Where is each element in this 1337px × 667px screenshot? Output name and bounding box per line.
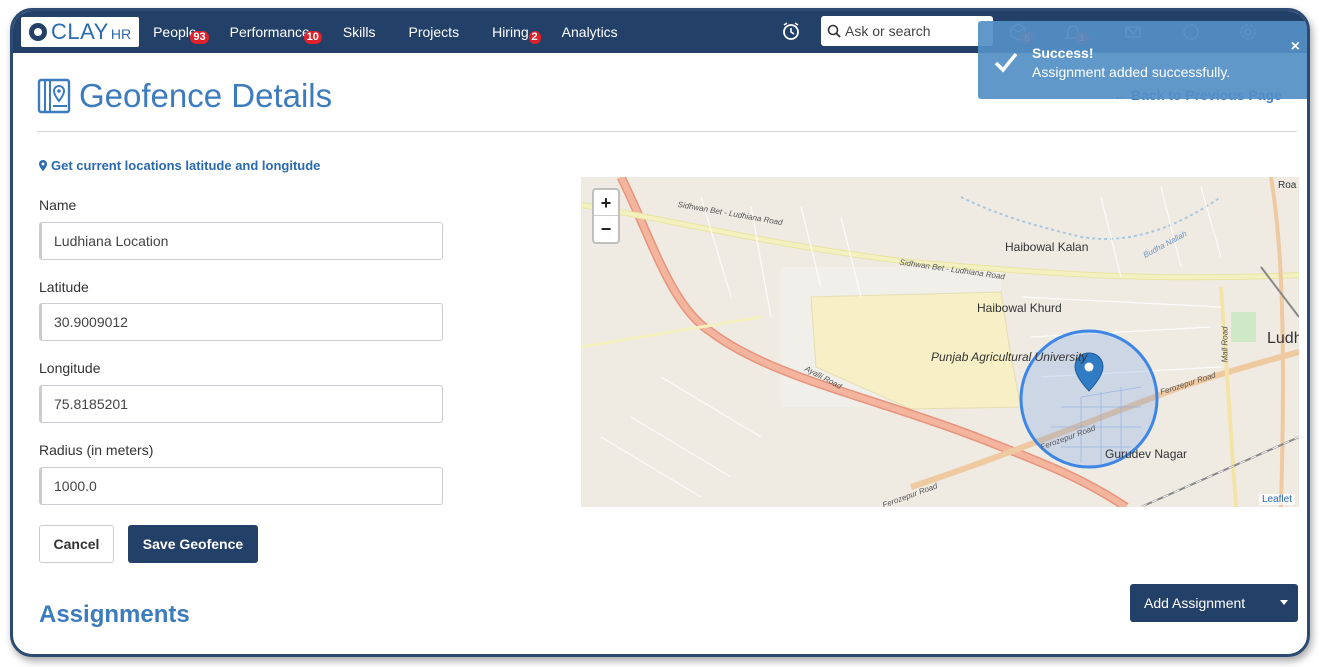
- nav-badge: 10: [303, 31, 322, 44]
- brand-logo[interactable]: CLAY HR: [21, 17, 140, 47]
- geofence-map[interactable]: + − Haibowal Kalan Haibowal Khurd Punjab…: [581, 177, 1299, 507]
- leaflet-attribution-link[interactable]: Leaflet: [1258, 494, 1295, 505]
- save-geofence-button[interactable]: Save Geofence: [128, 525, 258, 563]
- nav-item-performance[interactable]: Performance 10: [229, 24, 322, 44]
- map-label-gurudev-nagar: Gurudev Nagar: [1105, 447, 1188, 461]
- assignments-title: Assignments: [39, 601, 190, 628]
- map-book-icon: [37, 78, 71, 114]
- brand-name: CLAY: [51, 19, 109, 44]
- alarm-clock-icon[interactable]: [781, 21, 801, 41]
- map-zoom-control: + −: [592, 188, 620, 244]
- caret-down-icon[interactable]: [1280, 600, 1288, 605]
- page-header: Geofence Details: [37, 77, 332, 115]
- nav-item-hiring[interactable]: Hiring 2: [492, 24, 541, 44]
- toast-message: Assignment added successfully.: [1032, 64, 1231, 80]
- nav-badge: 93: [190, 31, 209, 44]
- search-icon: [827, 24, 841, 38]
- nav-item-skills[interactable]: Skills: [343, 24, 376, 40]
- road-label-mall: Mall Road: [1220, 326, 1230, 363]
- latitude-field[interactable]: [39, 303, 443, 341]
- longitude-label: Longitude: [39, 360, 101, 376]
- app-window: CLAY HR People 93 Performance 10 Skills …: [10, 8, 1310, 657]
- success-toast: Success! Assignment added successfully. …: [978, 21, 1307, 99]
- add-assignment-button[interactable]: Add Assignment: [1130, 584, 1298, 622]
- latitude-label: Latitude: [39, 279, 89, 295]
- radius-field[interactable]: [39, 467, 443, 505]
- name-field[interactable]: [39, 222, 443, 260]
- nav-item-projects[interactable]: Projects: [409, 24, 460, 40]
- toast-title: Success!: [1032, 45, 1094, 61]
- zoom-out-button[interactable]: −: [594, 216, 618, 242]
- search-input[interactable]: [845, 23, 985, 39]
- map-tiles: [581, 177, 1299, 507]
- map-label-haibowal-khurd: Haibowal Khurd: [977, 301, 1062, 315]
- header-divider: [37, 131, 1297, 132]
- nav-item-label: Analytics: [561, 24, 618, 40]
- nav-badge: 2: [528, 31, 541, 44]
- longitude-field[interactable]: [39, 385, 443, 423]
- check-icon: [994, 52, 1018, 73]
- add-assignment-label: Add Assignment: [1144, 595, 1246, 611]
- nav-item-label: Skills: [342, 24, 376, 40]
- radius-label: Radius (in meters): [39, 442, 154, 458]
- nav-item-analytics[interactable]: Analytics: [562, 24, 618, 40]
- map-label-punjab-agricultural: Punjab Agricultural University: [931, 350, 1088, 364]
- nav-menu: People 93 Performance 10 Skills Projects…: [153, 24, 651, 44]
- brand-suffix: HR: [110, 26, 132, 42]
- cancel-button[interactable]: Cancel: [39, 525, 114, 563]
- logo-mark-icon: [29, 23, 47, 41]
- get-location-link[interactable]: Get current locations latitude and longi…: [39, 158, 320, 173]
- map-marker-icon: [39, 160, 47, 171]
- nav-item-label: Hiring: [492, 24, 529, 40]
- map-label-road-edge: Roa: [1278, 180, 1297, 191]
- map-label-ludhiana: Ludh: [1267, 330, 1299, 347]
- nav-item-label: Projects: [408, 24, 460, 40]
- toast-close-button[interactable]: ×: [1291, 38, 1300, 56]
- search-box[interactable]: [821, 16, 993, 46]
- get-location-label: Get current locations latitude and longi…: [51, 158, 321, 173]
- nav-item-people[interactable]: People 93: [153, 24, 209, 44]
- page-title: Geofence Details: [79, 77, 333, 114]
- name-label: Name: [39, 197, 77, 213]
- nav-item-label: Performance: [229, 24, 310, 40]
- map-label-haibowal-kalan: Haibowal Kalan: [1005, 240, 1089, 254]
- zoom-in-button[interactable]: +: [594, 190, 618, 216]
